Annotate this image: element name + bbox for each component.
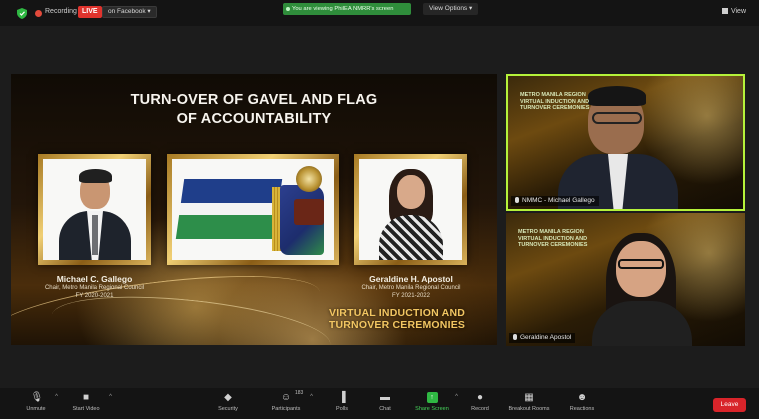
- outgoing-chair-term: FY 2020-2021: [75, 292, 114, 299]
- start-video-label: Start Video: [72, 406, 100, 412]
- share-screen-arrow-icon: ↑: [426, 392, 438, 403]
- live-badge: LIVE: [78, 6, 102, 18]
- event-title-line2: TURNOVER CEREMONIES: [328, 318, 466, 331]
- gavel-and-flag-photo: [172, 159, 334, 260]
- caret-up-icon[interactable]: ^: [109, 394, 112, 400]
- security-shield-icon[interactable]: [17, 8, 27, 19]
- slide-title-line1: TURN-OVER OF GAVEL AND FLAG: [130, 92, 378, 108]
- incoming-chair-caption: Geraldine H. Apostol Chair, Metro Manila…: [341, 274, 481, 300]
- share-indicator-icon: [286, 7, 290, 11]
- caret-up-icon[interactable]: ^: [455, 394, 458, 400]
- outgoing-chair-caption: Michael C. Gallego Chair, Metro Manila R…: [38, 274, 151, 300]
- incoming-chair-term: FY 2021-2022: [392, 292, 430, 299]
- outgoing-chair-name: Michael C. Gallego: [56, 274, 133, 284]
- record-label: Record: [471, 406, 489, 412]
- viewing-screen-banner: You are viewing PhilEA NMRR's screen: [283, 3, 411, 15]
- breakout-rooms-grid-icon: ▦: [524, 392, 534, 403]
- unmute-button[interactable]: 🎙 Unmute ^: [22, 392, 58, 412]
- polls-bar-chart-icon: ▐: [338, 392, 346, 403]
- microphone-icon: [515, 197, 519, 203]
- breakout-rooms-button[interactable]: ▦ Breakout Rooms: [507, 392, 551, 412]
- video-off-icon: ■: [82, 392, 90, 403]
- incoming-chair-photo: [359, 159, 462, 260]
- participant-name-tag: NMMC - Michael Gallego: [511, 196, 599, 206]
- live-streaming-dropdown[interactable]: on Facebook ▾: [102, 6, 157, 18]
- polls-label: Polls: [336, 406, 348, 412]
- participants-icon: ☺: [280, 392, 292, 403]
- security-button[interactable]: ◆ Security: [213, 392, 243, 412]
- record-icon: ●: [476, 392, 484, 403]
- video-tile-participant[interactable]: Geraldine Apostol METRO MANILA REGION VIR…: [506, 213, 745, 346]
- slide-title: TURN-OVER OF GAVEL AND FLAG OF ACCOUNTAB…: [11, 91, 497, 129]
- incoming-chair-photo-frame: [354, 154, 467, 265]
- security-shield-icon: ◆: [224, 392, 232, 403]
- participants-count: 183: [295, 390, 304, 396]
- microphone-icon: [513, 334, 517, 340]
- outgoing-chair-photo: [43, 159, 146, 260]
- chat-label: Chat: [379, 406, 391, 412]
- recording-label: Recording: [45, 8, 77, 15]
- participants-button[interactable]: ☺ 183 Participants ^: [267, 390, 313, 412]
- participant-name: NMMC - Michael Gallego: [522, 197, 595, 204]
- start-video-button[interactable]: ■ Start Video ^: [68, 392, 112, 412]
- reactions-label: Reactions: [569, 406, 595, 412]
- event-title-line1: VIRTUAL INDUCTION AND: [328, 307, 466, 319]
- security-label: Security: [218, 406, 238, 412]
- shared-screen: TURN-OVER OF GAVEL AND FLAG OF ACCOUNTAB…: [11, 74, 497, 345]
- slide-title-line2: OF ACCOUNTABILITY: [176, 111, 332, 127]
- caret-up-icon[interactable]: ^: [55, 394, 58, 400]
- view-options-dropdown[interactable]: View Options ▾: [423, 3, 479, 15]
- breakout-rooms-label: Breakout Rooms: [508, 406, 550, 412]
- polls-button[interactable]: ▐ Polls: [332, 392, 352, 412]
- participants-label: Participants: [271, 406, 301, 412]
- share-screen-label: Share Screen: [415, 406, 449, 412]
- gavel-and-flag-photo-frame: [167, 154, 339, 265]
- zoom-meeting-window: Recording LIVE on Facebook ▾ You are vie…: [0, 0, 759, 419]
- muted-microphone-icon: 🎙: [30, 392, 44, 403]
- participant-name-tag: Geraldine Apostol: [509, 333, 576, 343]
- top-bar: Recording LIVE on Facebook ▾ You are vie…: [0, 0, 759, 26]
- participant-name: Geraldine Apostol: [520, 334, 572, 341]
- unmute-label: Unmute: [26, 406, 46, 412]
- recording-icon: [35, 10, 42, 17]
- incoming-chair-role: Chair, Metro Manila Regional Council: [361, 285, 461, 291]
- gallery-grid-icon: [721, 8, 728, 14]
- meeting-toolbar: 🎙 Unmute ^ ■ Start Video ^ ◆ Security ☺ …: [0, 388, 759, 419]
- outgoing-chair-photo-frame: [38, 154, 151, 265]
- chat-bubble-icon: ▬: [380, 392, 390, 403]
- reactions-button[interactable]: ☻ Reactions: [566, 392, 598, 412]
- viewing-banner-text: You are viewing PhilEA NMRR's screen: [292, 6, 394, 12]
- caret-up-icon[interactable]: ^: [310, 394, 313, 400]
- virtual-background-text: METRO MANILA REGION VIRTUAL INDUCTION AND…: [518, 229, 588, 248]
- video-tile-active-speaker[interactable]: NMMC - Michael Gallego METRO MANILA REGI…: [506, 74, 745, 211]
- outgoing-chair-role: Chair, Metro Manila Regional Council: [44, 285, 145, 291]
- record-button[interactable]: ● Record: [468, 392, 492, 412]
- leave-button[interactable]: Leave: [713, 398, 746, 412]
- view-button-label: View: [730, 8, 746, 15]
- chat-button[interactable]: ▬ Chat: [375, 392, 395, 412]
- reactions-smiley-icon: ☻: [576, 392, 588, 403]
- incoming-chair-name: Geraldine H. Apostol: [369, 274, 453, 284]
- event-title: VIRTUAL INDUCTION AND TURNOVER CEREMONIE…: [297, 307, 497, 331]
- virtual-background-text: METRO MANILA REGION VIRTUAL INDUCTION AND…: [520, 92, 590, 111]
- view-button[interactable]: View: [721, 8, 746, 15]
- share-screen-button[interactable]: ↑ Share Screen ^: [414, 392, 458, 412]
